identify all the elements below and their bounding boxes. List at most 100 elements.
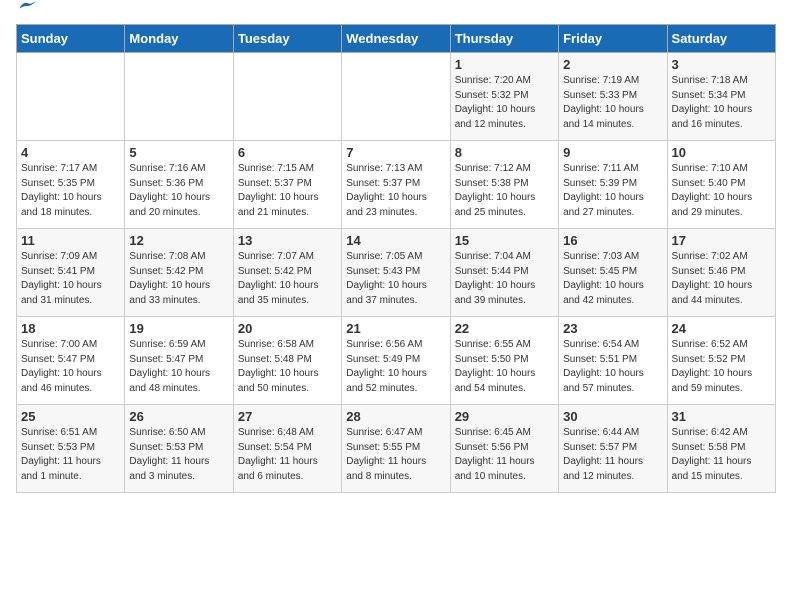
day-number: 8 bbox=[455, 145, 554, 160]
week-row-2: 4 Sunrise: 7:17 AM Sunset: 5:35 PM Daylig… bbox=[17, 141, 776, 229]
calendar-cell: 9 Sunrise: 7:11 AM Sunset: 5:39 PM Daylig… bbox=[559, 141, 667, 229]
calendar-cell: 11 Sunrise: 7:09 AM Sunset: 5:41 PM Dayli… bbox=[17, 229, 125, 317]
calendar-cell: 25 Sunrise: 6:51 AM Sunset: 5:53 PM Dayli… bbox=[17, 405, 125, 493]
day-info: Sunrise: 7:08 AM Sunset: 5:42 PM Dayligh… bbox=[129, 250, 228, 308]
calendar-cell: 20 Sunrise: 6:58 AM Sunset: 5:48 PM Dayli… bbox=[233, 317, 341, 405]
header-wednesday: Wednesday bbox=[342, 25, 450, 53]
calendar-cell: 27Sunrise: 6:48 AM Sunset: 5:54 PM Dayli… bbox=[233, 405, 341, 493]
day-number: 28 bbox=[346, 409, 445, 424]
day-info: Sunrise: 7:02 AM Sunset: 5:46 PM Dayligh… bbox=[672, 250, 771, 308]
header-tuesday: Tuesday bbox=[233, 25, 341, 53]
day-info: Sunrise: 7:13 AM Sunset: 5:37 PM Dayligh… bbox=[346, 162, 445, 220]
calendar-cell bbox=[342, 53, 450, 141]
week-row-3: 11 Sunrise: 7:09 AM Sunset: 5:41 PM Dayli… bbox=[17, 229, 776, 317]
day-info: Sunrise: 7:03 AM Sunset: 5:45 PM Dayligh… bbox=[563, 250, 662, 308]
calendar-cell: 17Sunrise: 7:02 AM Sunset: 5:46 PM Dayli… bbox=[667, 229, 775, 317]
day-info: Sunrise: 6:55 AM Sunset: 5:50 PM Dayligh… bbox=[455, 338, 554, 396]
header-sunday: Sunday bbox=[17, 25, 125, 53]
calendar-cell: 31Sunrise: 6:42 AM Sunset: 5:58 PM Dayli… bbox=[667, 405, 775, 493]
header-monday: Monday bbox=[125, 25, 233, 53]
calendar-cell: 2Sunrise: 7:19 AM Sunset: 5:33 PM Daylig… bbox=[559, 53, 667, 141]
day-info: Sunrise: 6:48 AM Sunset: 5:54 PM Dayligh… bbox=[238, 426, 337, 484]
calendar-cell: 19 Sunrise: 6:59 AM Sunset: 5:47 PM Dayli… bbox=[125, 317, 233, 405]
day-number: 9 bbox=[563, 145, 662, 160]
day-info: Sunrise: 7:17 AM Sunset: 5:35 PM Dayligh… bbox=[21, 162, 120, 220]
day-number: 22 bbox=[455, 321, 554, 336]
day-number: 24 bbox=[672, 321, 771, 336]
day-number: 13 bbox=[238, 233, 337, 248]
day-number: 19 bbox=[129, 321, 228, 336]
header-saturday: Saturday bbox=[667, 25, 775, 53]
week-row-1: 1 Sunrise: 7:20 AM Sunset: 5:32 PM Daylig… bbox=[17, 53, 776, 141]
day-info: Sunrise: 6:51 AM Sunset: 5:53 PM Dayligh… bbox=[21, 426, 120, 484]
day-number: 14 bbox=[346, 233, 445, 248]
header-friday: Friday bbox=[559, 25, 667, 53]
day-number: 1 bbox=[455, 57, 554, 72]
day-info: Sunrise: 7:04 AM Sunset: 5:44 PM Dayligh… bbox=[455, 250, 554, 308]
calendar-cell bbox=[233, 53, 341, 141]
calendar-cell: 23 Sunrise: 6:54 AM Sunset: 5:51 PM Dayli… bbox=[559, 317, 667, 405]
day-info: Sunrise: 6:58 AM Sunset: 5:48 PM Dayligh… bbox=[238, 338, 337, 396]
calendar-cell: 7 Sunrise: 7:13 AM Sunset: 5:37 PM Daylig… bbox=[342, 141, 450, 229]
day-info: Sunrise: 7:10 AM Sunset: 5:40 PM Dayligh… bbox=[672, 162, 771, 220]
calendar-cell bbox=[17, 53, 125, 141]
day-number: 7 bbox=[346, 145, 445, 160]
header-row: SundayMondayTuesdayWednesdayThursdayFrid… bbox=[17, 25, 776, 53]
calendar-cell: 1 Sunrise: 7:20 AM Sunset: 5:32 PM Daylig… bbox=[450, 53, 558, 141]
day-info: Sunrise: 6:50 AM Sunset: 5:53 PM Dayligh… bbox=[129, 426, 228, 484]
calendar-cell: 16 Sunrise: 7:03 AM Sunset: 5:45 PM Dayli… bbox=[559, 229, 667, 317]
calendar-cell: 13 Sunrise: 7:07 AM Sunset: 5:42 PM Dayli… bbox=[233, 229, 341, 317]
day-number: 23 bbox=[563, 321, 662, 336]
day-info: Sunrise: 6:45 AM Sunset: 5:56 PM Dayligh… bbox=[455, 426, 554, 484]
calendar-cell: 5 Sunrise: 7:16 AM Sunset: 5:36 PM Daylig… bbox=[125, 141, 233, 229]
day-number: 16 bbox=[563, 233, 662, 248]
calendar-cell: 8 Sunrise: 7:12 AM Sunset: 5:38 PM Daylig… bbox=[450, 141, 558, 229]
day-info: Sunrise: 6:56 AM Sunset: 5:49 PM Dayligh… bbox=[346, 338, 445, 396]
day-number: 3 bbox=[672, 57, 771, 72]
day-info: Sunrise: 7:12 AM Sunset: 5:38 PM Dayligh… bbox=[455, 162, 554, 220]
day-number: 31 bbox=[672, 409, 771, 424]
calendar-cell: 24 Sunrise: 6:52 AM Sunset: 5:52 PM Dayli… bbox=[667, 317, 775, 405]
week-row-5: 25 Sunrise: 6:51 AM Sunset: 5:53 PM Dayli… bbox=[17, 405, 776, 493]
day-info: Sunrise: 7:11 AM Sunset: 5:39 PM Dayligh… bbox=[563, 162, 662, 220]
day-info: Sunrise: 7:00 AM Sunset: 5:47 PM Dayligh… bbox=[21, 338, 120, 396]
day-info: Sunrise: 7:07 AM Sunset: 5:42 PM Dayligh… bbox=[238, 250, 337, 308]
calendar-cell: 4 Sunrise: 7:17 AM Sunset: 5:35 PM Daylig… bbox=[17, 141, 125, 229]
calendar-cell: 21 Sunrise: 6:56 AM Sunset: 5:49 PM Dayli… bbox=[342, 317, 450, 405]
day-info: Sunrise: 7:15 AM Sunset: 5:37 PM Dayligh… bbox=[238, 162, 337, 220]
day-number: 6 bbox=[238, 145, 337, 160]
calendar-cell: 14 Sunrise: 7:05 AM Sunset: 5:43 PM Dayli… bbox=[342, 229, 450, 317]
day-number: 4 bbox=[21, 145, 120, 160]
day-info: Sunrise: 6:54 AM Sunset: 5:51 PM Dayligh… bbox=[563, 338, 662, 396]
calendar-cell: 22 Sunrise: 6:55 AM Sunset: 5:50 PM Dayli… bbox=[450, 317, 558, 405]
header-thursday: Thursday bbox=[450, 25, 558, 53]
day-number: 25 bbox=[21, 409, 120, 424]
calendar-cell: 10 Sunrise: 7:10 AM Sunset: 5:40 PM Dayli… bbox=[667, 141, 775, 229]
calendar-cell: 18 Sunrise: 7:00 AM Sunset: 5:47 PM Dayli… bbox=[17, 317, 125, 405]
day-number: 11 bbox=[21, 233, 120, 248]
calendar-cell: 3Sunrise: 7:18 AM Sunset: 5:34 PM Daylig… bbox=[667, 53, 775, 141]
day-number: 29 bbox=[455, 409, 554, 424]
day-number: 10 bbox=[672, 145, 771, 160]
day-number: 21 bbox=[346, 321, 445, 336]
day-number: 15 bbox=[455, 233, 554, 248]
day-info: Sunrise: 7:05 AM Sunset: 5:43 PM Dayligh… bbox=[346, 250, 445, 308]
day-info: Sunrise: 6:44 AM Sunset: 5:57 PM Dayligh… bbox=[563, 426, 662, 484]
day-info: Sunrise: 7:20 AM Sunset: 5:32 PM Dayligh… bbox=[455, 74, 554, 132]
day-info: Sunrise: 6:59 AM Sunset: 5:47 PM Dayligh… bbox=[129, 338, 228, 396]
day-number: 18 bbox=[21, 321, 120, 336]
calendar-cell: 26 Sunrise: 6:50 AM Sunset: 5:53 PM Dayli… bbox=[125, 405, 233, 493]
day-info: Sunrise: 7:16 AM Sunset: 5:36 PM Dayligh… bbox=[129, 162, 228, 220]
logo-bird-icon bbox=[18, 0, 36, 13]
day-number: 26 bbox=[129, 409, 228, 424]
day-number: 5 bbox=[129, 145, 228, 160]
calendar-cell: 29 Sunrise: 6:45 AM Sunset: 5:56 PM Dayli… bbox=[450, 405, 558, 493]
day-info: Sunrise: 6:52 AM Sunset: 5:52 PM Dayligh… bbox=[672, 338, 771, 396]
day-number: 12 bbox=[129, 233, 228, 248]
calendar-cell bbox=[125, 53, 233, 141]
day-number: 20 bbox=[238, 321, 337, 336]
day-info: Sunrise: 7:09 AM Sunset: 5:41 PM Dayligh… bbox=[21, 250, 120, 308]
day-number: 30 bbox=[563, 409, 662, 424]
calendar-cell: 12 Sunrise: 7:08 AM Sunset: 5:42 PM Dayli… bbox=[125, 229, 233, 317]
day-number: 2 bbox=[563, 57, 662, 72]
